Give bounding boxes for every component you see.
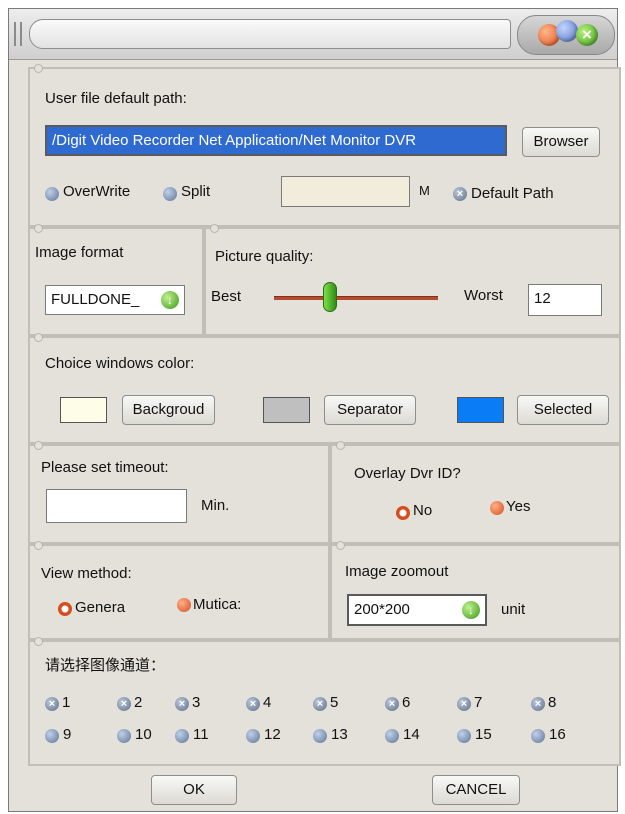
channel-8-check-icon[interactable]: × bbox=[531, 697, 545, 711]
maximize-icon[interactable] bbox=[556, 20, 578, 42]
channel-10-label: 10 bbox=[135, 726, 152, 743]
channel-14-check-icon[interactable] bbox=[385, 729, 399, 743]
window-color-title: Choice windows color: bbox=[45, 355, 195, 372]
chevron-down-icon[interactable]: ↓ bbox=[161, 291, 179, 309]
zoomout-title: Image zoomout bbox=[345, 563, 449, 580]
channel-12-label: 12 bbox=[264, 726, 281, 743]
timeout-unit: Min. bbox=[201, 497, 230, 514]
view-multicast-radio[interactable] bbox=[177, 598, 191, 612]
settings-dialog: × User file default path: /Digit Video R… bbox=[8, 8, 621, 812]
ok-button[interactable]: OK bbox=[151, 775, 237, 805]
channel-7-label: 7 bbox=[474, 694, 483, 711]
channel-3-check-icon[interactable]: × bbox=[175, 697, 189, 711]
overlay-no-radio[interactable] bbox=[396, 506, 410, 520]
channel-11-label: 11 bbox=[193, 726, 209, 743]
separator-color-swatch bbox=[263, 397, 310, 423]
quality-slider-thumb[interactable] bbox=[323, 282, 337, 312]
path-panel: User file default path: /Digit Video Rec… bbox=[28, 64, 621, 227]
channel-9-label: 9 bbox=[63, 726, 72, 743]
path-title: User file default path: bbox=[45, 90, 187, 107]
overlay-title: Overlay Dvr ID? bbox=[354, 465, 461, 482]
overlay-no-label: No bbox=[413, 502, 433, 519]
channel-14-label: 14 bbox=[403, 726, 420, 743]
overwrite-radio[interactable] bbox=[45, 187, 59, 201]
channel-12-check-icon[interactable] bbox=[246, 729, 260, 743]
best-label: Best bbox=[211, 288, 242, 305]
channel-4-label: 4 bbox=[263, 694, 272, 711]
view-multicast-label: Mutica: bbox=[193, 596, 242, 613]
channel-5-label: 5 bbox=[330, 694, 339, 711]
channel-2-check-icon[interactable]: × bbox=[117, 697, 131, 711]
title-bar[interactable]: × bbox=[9, 9, 617, 60]
default-path-check-icon[interactable]: × bbox=[453, 187, 467, 201]
split-label: Split bbox=[181, 183, 211, 200]
channel-10-check-icon[interactable] bbox=[117, 729, 131, 743]
chevron-down-icon[interactable]: ↓ bbox=[462, 601, 480, 619]
overwrite-label: OverWrite bbox=[63, 183, 131, 200]
overlay-panel: Overlay Dvr ID? No Yes bbox=[330, 441, 621, 544]
picture-quality-title: Picture quality: bbox=[215, 248, 314, 265]
timeout-title: Please set timeout: bbox=[41, 459, 169, 476]
channel-16-label: 16 bbox=[549, 726, 566, 743]
size-unit: M bbox=[419, 183, 430, 198]
channel-4-check-icon[interactable]: × bbox=[246, 697, 260, 711]
separator-color-button[interactable]: Separator bbox=[324, 395, 416, 425]
view-general-label: Genera bbox=[75, 599, 126, 616]
split-radio[interactable] bbox=[163, 187, 177, 201]
view-method-panel: View method: Genera Mutica: bbox=[28, 541, 330, 640]
background-color-swatch bbox=[60, 397, 107, 423]
channel-6-label: 6 bbox=[402, 694, 411, 711]
quality-slider-track[interactable] bbox=[274, 296, 438, 300]
channel-11-check-icon[interactable] bbox=[175, 729, 189, 743]
channel-15-check-icon[interactable] bbox=[457, 729, 471, 743]
channels-panel: 请选择图像通道： × 1 × 2 × 3 × 4 × 5 × 6 × 7 × 8… bbox=[28, 637, 621, 766]
image-format-panel: Image format FULLDONE_ ↓ bbox=[28, 224, 204, 336]
channel-7-check-icon[interactable]: × bbox=[457, 697, 471, 711]
selected-color-swatch bbox=[457, 397, 504, 423]
channel-3-label: 3 bbox=[192, 694, 201, 711]
channel-13-check-icon[interactable] bbox=[313, 729, 327, 743]
view-method-title: View method: bbox=[41, 565, 132, 582]
channel-16-check-icon[interactable] bbox=[531, 729, 545, 743]
channel-5-check-icon[interactable]: × bbox=[313, 697, 327, 711]
close-icon[interactable]: × bbox=[576, 24, 598, 46]
channel-2-label: 2 bbox=[134, 694, 143, 711]
path-input[interactable]: /Digit Video Recorder Net Application/Ne… bbox=[45, 125, 507, 156]
title-field bbox=[29, 19, 511, 49]
timeout-input[interactable] bbox=[46, 489, 187, 523]
channels-title: 请选择图像通道： bbox=[45, 657, 166, 674]
channel-8-label: 8 bbox=[548, 694, 557, 711]
worst-label: Worst bbox=[464, 287, 503, 304]
channel-1-label: 1 bbox=[62, 694, 71, 711]
view-general-radio[interactable] bbox=[58, 602, 72, 616]
default-path-label: Default Path bbox=[471, 185, 554, 202]
split-size-input[interactable] bbox=[281, 176, 410, 207]
image-format-title: Image format bbox=[35, 244, 124, 261]
window-color-panel: Choice windows color: Backgroud Separato… bbox=[28, 333, 621, 444]
overlay-yes-label: Yes bbox=[506, 498, 531, 515]
channel-1-check-icon[interactable]: × bbox=[45, 697, 59, 711]
browse-button[interactable]: Browser bbox=[522, 127, 600, 157]
grip-icon bbox=[14, 22, 22, 46]
channel-9-check-icon[interactable] bbox=[45, 729, 59, 743]
timeout-panel: Please set timeout: Min. bbox=[28, 441, 330, 544]
channel-13-label: 13 bbox=[331, 726, 348, 743]
cancel-button[interactable]: CANCEL bbox=[432, 775, 520, 805]
quality-value-input[interactable]: 12 bbox=[528, 284, 602, 316]
zoomout-panel: Image zoomout 200*200 ↓ unit bbox=[330, 541, 621, 640]
picture-quality-panel: Picture quality: Best Worst 12 bbox=[204, 224, 621, 336]
channel-6-check-icon[interactable]: × bbox=[385, 697, 399, 711]
channel-15-label: 15 bbox=[475, 726, 492, 743]
background-color-button[interactable]: Backgroud bbox=[122, 395, 215, 425]
selected-color-button[interactable]: Selected bbox=[517, 395, 609, 425]
overlay-yes-radio[interactable] bbox=[490, 501, 504, 515]
window-controls: × bbox=[517, 15, 615, 55]
zoomout-unit: unit bbox=[501, 601, 526, 618]
